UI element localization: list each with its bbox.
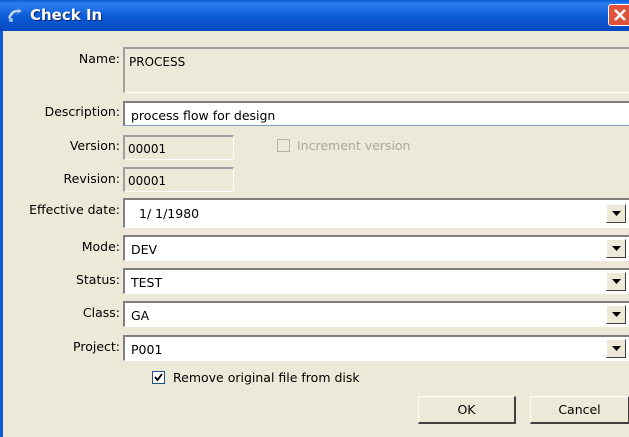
close-button[interactable]	[608, 4, 629, 26]
check-in-icon	[7, 6, 23, 22]
name-label: Name:	[78, 51, 120, 66]
window-title: Check In	[30, 6, 103, 24]
chevron-down-icon	[612, 279, 621, 284]
effective-date-label: Effective date:	[29, 202, 120, 217]
check-in-dialog: Check In Name: PROCESS Description: proc…	[0, 0, 629, 437]
effective-date-dropdown-button[interactable]	[606, 204, 626, 223]
status-value: TEST	[131, 275, 163, 290]
name-field: PROCESS	[123, 47, 629, 93]
version-value: 00001	[128, 142, 167, 156]
status-label: Status:	[75, 272, 120, 287]
description-label: Description:	[44, 104, 120, 119]
chevron-down-icon	[612, 312, 621, 317]
project-label: Project:	[73, 339, 120, 354]
revision-value: 00001	[128, 174, 167, 188]
class-value: GA	[131, 308, 150, 323]
mode-dropdown-button[interactable]	[606, 239, 626, 258]
increment-version-checkbox[interactable]	[277, 139, 290, 152]
revision-field: 00001	[123, 167, 234, 192]
remove-original-label: Remove original file from disk	[173, 370, 360, 385]
project-value: P001	[131, 342, 163, 357]
title-bar[interactable]: Check In	[0, 0, 629, 31]
class-label: Class:	[82, 305, 120, 320]
mode-value: DEV	[131, 242, 158, 257]
window-border	[0, 31, 3, 437]
version-field: 00001	[123, 135, 234, 160]
chevron-down-icon	[612, 246, 621, 251]
status-select[interactable]: TEST	[123, 268, 629, 294]
mode-label: Mode:	[81, 239, 120, 254]
description-value: process flow for design	[131, 108, 276, 123]
effective-date-value: 1/ 1/1980	[139, 206, 200, 221]
project-select[interactable]: P001	[123, 335, 629, 361]
description-input[interactable]: process flow for design	[123, 101, 629, 126]
class-select[interactable]: GA	[123, 301, 629, 327]
close-icon	[614, 9, 626, 21]
name-value: PROCESS	[129, 55, 186, 69]
class-dropdown-button[interactable]	[606, 305, 626, 324]
cancel-button[interactable]: Cancel	[530, 396, 629, 424]
increment-version-label: Increment version	[297, 138, 411, 153]
project-dropdown-button[interactable]	[606, 339, 626, 358]
chevron-down-icon	[612, 346, 621, 351]
mode-select[interactable]: DEV	[123, 235, 629, 261]
checkmark-icon	[154, 373, 163, 382]
status-dropdown-button[interactable]	[606, 272, 626, 291]
chevron-down-icon	[612, 211, 621, 216]
version-label: Version:	[69, 138, 120, 153]
ok-button[interactable]: OK	[418, 396, 516, 424]
remove-original-checkbox[interactable]	[152, 371, 165, 384]
effective-date-picker[interactable]: 1/ 1/1980	[123, 198, 629, 228]
revision-label: Revision:	[63, 171, 120, 186]
